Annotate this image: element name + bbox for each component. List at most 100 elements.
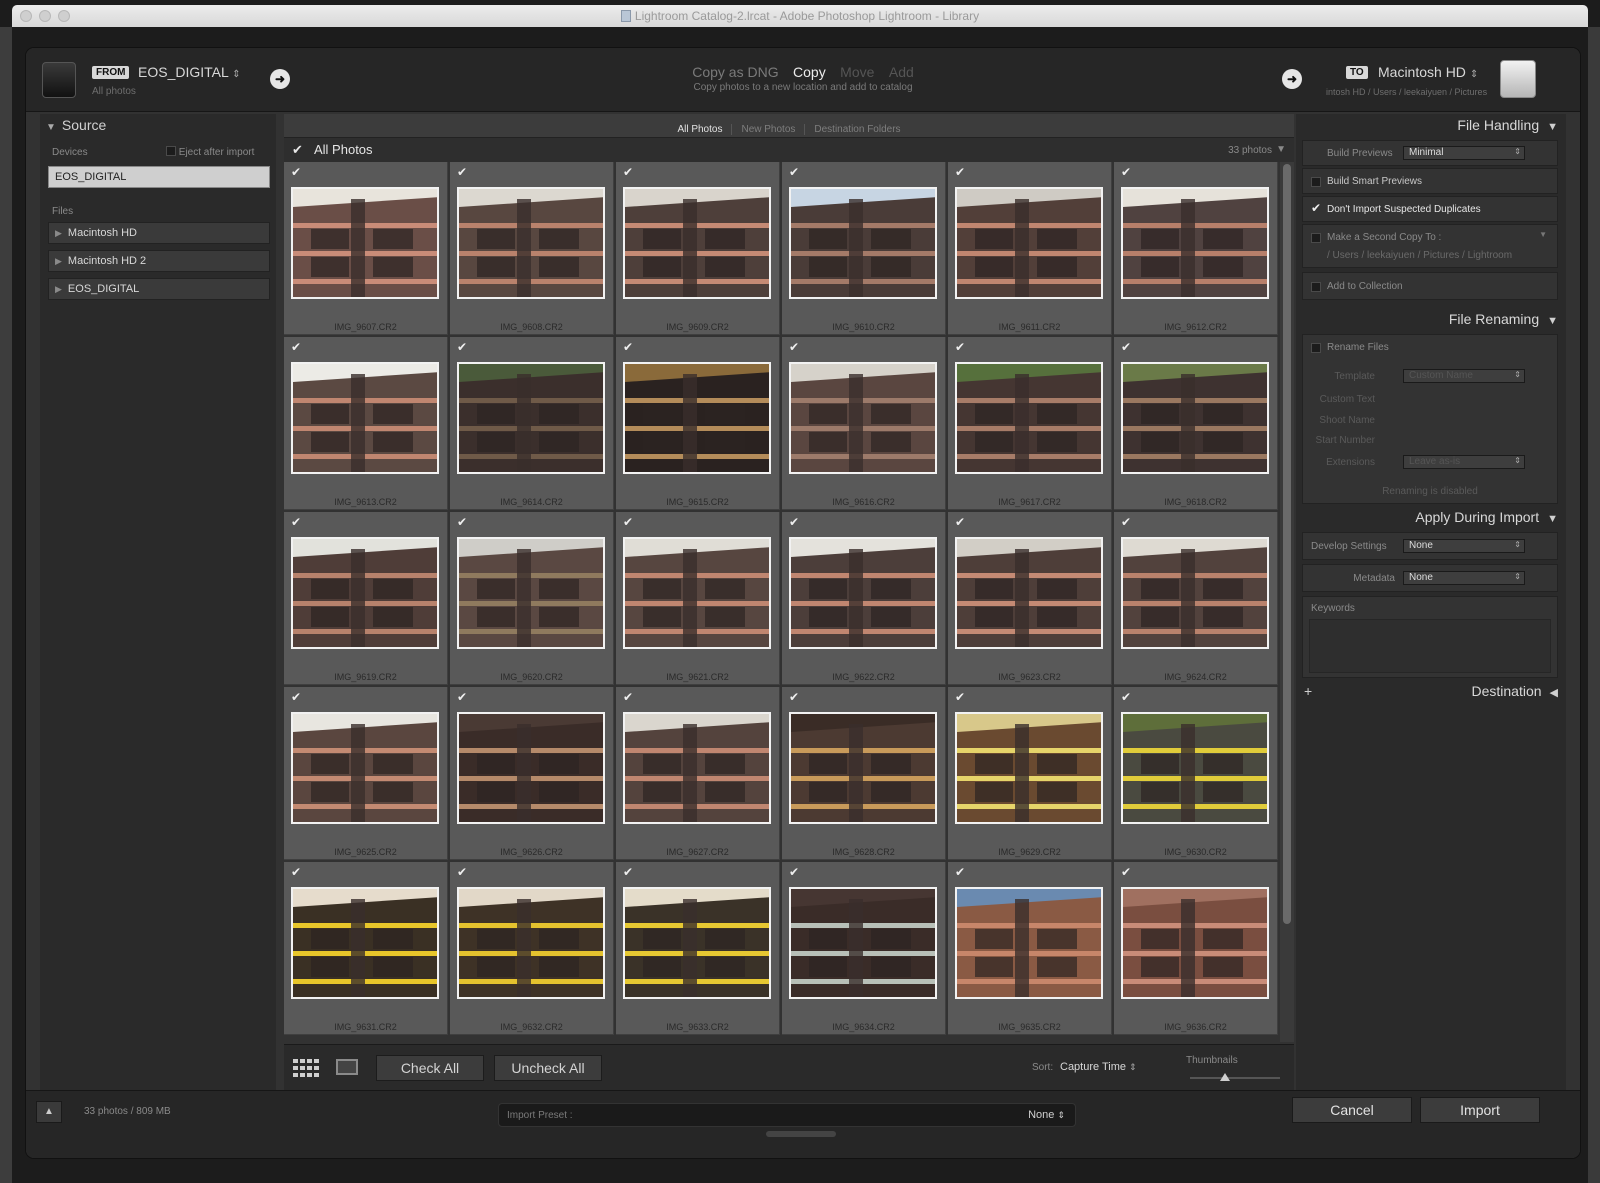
develop-settings-select[interactable]: None ⇕ bbox=[1403, 539, 1525, 553]
grid-scrollbar[interactable] bbox=[1280, 162, 1294, 1042]
photo-thumbnail[interactable] bbox=[623, 362, 771, 474]
photo-checkbox[interactable]: ✔ bbox=[457, 165, 467, 179]
photo-thumbnail[interactable] bbox=[955, 537, 1103, 649]
arrow-right-icon[interactable]: ➜ bbox=[270, 69, 290, 89]
slider-knob[interactable] bbox=[1220, 1073, 1230, 1081]
sort-selector[interactable]: Capture Time ⇕ bbox=[1060, 1061, 1137, 1073]
photo-thumbnail[interactable] bbox=[457, 712, 605, 824]
photo-cell[interactable]: ✔ IMG_9610.CR2 bbox=[782, 162, 946, 335]
check-all-checkbox[interactable]: ✔ bbox=[292, 142, 303, 158]
photo-cell[interactable]: ✔ IMG_9614.CR2 bbox=[450, 337, 614, 510]
file-item-macintosh-hd[interactable]: ▶ Macintosh HD bbox=[48, 222, 270, 244]
photo-cell[interactable]: ✔ IMG_9619.CR2 bbox=[284, 512, 448, 685]
photo-thumbnail[interactable] bbox=[457, 362, 605, 474]
dont-import-duplicates-checkbox[interactable]: ✔ bbox=[1311, 201, 1321, 215]
rename-files-checkbox[interactable] bbox=[1311, 343, 1321, 353]
photo-checkbox[interactable]: ✔ bbox=[955, 690, 965, 704]
photo-thumbnail[interactable] bbox=[789, 362, 937, 474]
photo-thumbnail[interactable] bbox=[1121, 887, 1269, 999]
photo-thumbnail[interactable] bbox=[457, 187, 605, 299]
photo-checkbox[interactable]: ✔ bbox=[457, 515, 467, 529]
photo-checkbox[interactable]: ✔ bbox=[955, 165, 965, 179]
eject-checkbox[interactable] bbox=[166, 146, 176, 156]
cancel-button[interactable]: Cancel bbox=[1292, 1097, 1412, 1123]
photo-cell[interactable]: ✔ IMG_9632.CR2 bbox=[450, 862, 614, 1035]
import-button[interactable]: Import bbox=[1420, 1097, 1540, 1123]
photo-thumbnail[interactable] bbox=[623, 712, 771, 824]
sort-triangle-icon[interactable]: ▼ bbox=[1276, 144, 1286, 155]
show-more-options-button[interactable]: ▲ bbox=[36, 1101, 62, 1123]
photo-checkbox[interactable]: ✔ bbox=[291, 515, 301, 529]
mode-move[interactable]: Move bbox=[840, 64, 874, 80]
file-item-macintosh-hd-2[interactable]: ▶ Macintosh HD 2 bbox=[48, 250, 270, 272]
photo-thumbnail[interactable] bbox=[623, 187, 771, 299]
photo-cell[interactable]: ✔ IMG_9633.CR2 bbox=[616, 862, 780, 1035]
photo-thumbnail[interactable] bbox=[955, 712, 1103, 824]
photo-cell[interactable]: ✔ IMG_9627.CR2 bbox=[616, 687, 780, 860]
photo-thumbnail[interactable] bbox=[291, 362, 439, 474]
photo-thumbnail[interactable] bbox=[457, 887, 605, 999]
import-preset-selector[interactable]: None ⇕ bbox=[1028, 1109, 1065, 1121]
destination-header[interactable]: + Destination ◀ bbox=[1296, 680, 1566, 704]
photo-thumbnail[interactable] bbox=[789, 187, 937, 299]
photo-cell[interactable]: ✔ IMG_9630.CR2 bbox=[1114, 687, 1278, 860]
photo-thumbnail[interactable] bbox=[291, 187, 439, 299]
photo-thumbnail[interactable] bbox=[623, 887, 771, 999]
photo-checkbox[interactable]: ✔ bbox=[955, 515, 965, 529]
tab-new-photos[interactable]: New Photos bbox=[732, 124, 806, 135]
extensions-select[interactable]: Leave as-is ⇕ bbox=[1403, 455, 1525, 469]
photo-checkbox[interactable]: ✔ bbox=[1121, 340, 1131, 354]
photo-checkbox[interactable]: ✔ bbox=[623, 515, 633, 529]
photo-checkbox[interactable]: ✔ bbox=[291, 340, 301, 354]
photo-checkbox[interactable]: ✔ bbox=[1121, 515, 1131, 529]
photo-thumbnail[interactable] bbox=[789, 537, 937, 649]
photo-cell[interactable]: ✔ IMG_9634.CR2 bbox=[782, 862, 946, 1035]
mode-copy[interactable]: Copy bbox=[793, 64, 826, 80]
photo-cell[interactable]: ✔ IMG_9617.CR2 bbox=[948, 337, 1112, 510]
photo-cell[interactable]: ✔ IMG_9616.CR2 bbox=[782, 337, 946, 510]
photo-checkbox[interactable]: ✔ bbox=[291, 690, 301, 704]
file-handling-header[interactable]: File Handling ▼ bbox=[1296, 114, 1566, 138]
chevron-down-icon[interactable]: ▼ bbox=[1539, 230, 1547, 239]
photo-thumbnail[interactable] bbox=[291, 887, 439, 999]
photo-cell[interactable]: ✔ IMG_9629.CR2 bbox=[948, 687, 1112, 860]
photo-checkbox[interactable]: ✔ bbox=[1121, 865, 1131, 879]
photo-checkbox[interactable]: ✔ bbox=[789, 165, 799, 179]
photo-thumbnail[interactable] bbox=[789, 887, 937, 999]
photo-cell[interactable]: ✔ IMG_9615.CR2 bbox=[616, 337, 780, 510]
build-smart-previews-row[interactable]: Build Smart Previews bbox=[1302, 168, 1558, 194]
photo-cell[interactable]: ✔ IMG_9636.CR2 bbox=[1114, 862, 1278, 1035]
loupe-view-icon[interactable] bbox=[336, 1059, 358, 1075]
source-disk-icon[interactable] bbox=[42, 62, 76, 98]
eject-option[interactable]: Eject after import bbox=[166, 146, 254, 158]
photo-cell[interactable]: ✔ IMG_9612.CR2 bbox=[1114, 162, 1278, 335]
add-to-collection-row[interactable]: Add to Collection bbox=[1302, 272, 1558, 300]
apply-during-import-header[interactable]: Apply During Import ▼ bbox=[1296, 506, 1566, 530]
photo-thumbnail[interactable] bbox=[955, 362, 1103, 474]
import-preset-bar[interactable]: Import Preset : None ⇕ bbox=[498, 1103, 1076, 1127]
add-to-collection-checkbox[interactable] bbox=[1311, 282, 1321, 292]
second-copy-checkbox[interactable] bbox=[1311, 233, 1321, 243]
source-panel-header[interactable]: ▼ Source bbox=[40, 114, 276, 134]
photo-cell[interactable]: ✔ IMG_9611.CR2 bbox=[948, 162, 1112, 335]
photo-thumbnail[interactable] bbox=[1121, 537, 1269, 649]
photo-checkbox[interactable]: ✔ bbox=[955, 340, 965, 354]
photo-checkbox[interactable]: ✔ bbox=[457, 690, 467, 704]
file-item-eos-digital[interactable]: ▶ EOS_DIGITAL bbox=[48, 278, 270, 300]
source-selector[interactable]: EOS_DIGITAL ⇕ bbox=[138, 64, 241, 80]
resize-grip[interactable] bbox=[766, 1131, 836, 1137]
photo-checkbox[interactable]: ✔ bbox=[623, 865, 633, 879]
photo-thumbnail[interactable] bbox=[291, 537, 439, 649]
photo-cell[interactable]: ✔ IMG_9624.CR2 bbox=[1114, 512, 1278, 685]
photo-cell[interactable]: ✔ IMG_9626.CR2 bbox=[450, 687, 614, 860]
photo-checkbox[interactable]: ✔ bbox=[457, 865, 467, 879]
template-select[interactable]: Custom Name ⇕ bbox=[1403, 369, 1525, 383]
tab-destination-folders[interactable]: Destination Folders bbox=[805, 124, 909, 135]
photo-cell[interactable]: ✔ IMG_9625.CR2 bbox=[284, 687, 448, 860]
photo-thumbnail[interactable] bbox=[955, 887, 1103, 999]
photo-checkbox[interactable]: ✔ bbox=[789, 515, 799, 529]
photo-checkbox[interactable]: ✔ bbox=[291, 165, 301, 179]
photo-thumbnail[interactable] bbox=[1121, 712, 1269, 824]
second-copy-row[interactable]: Make a Second Copy To : ▼ / Users / leek… bbox=[1302, 224, 1558, 268]
grid-view-icon[interactable] bbox=[292, 1057, 322, 1079]
